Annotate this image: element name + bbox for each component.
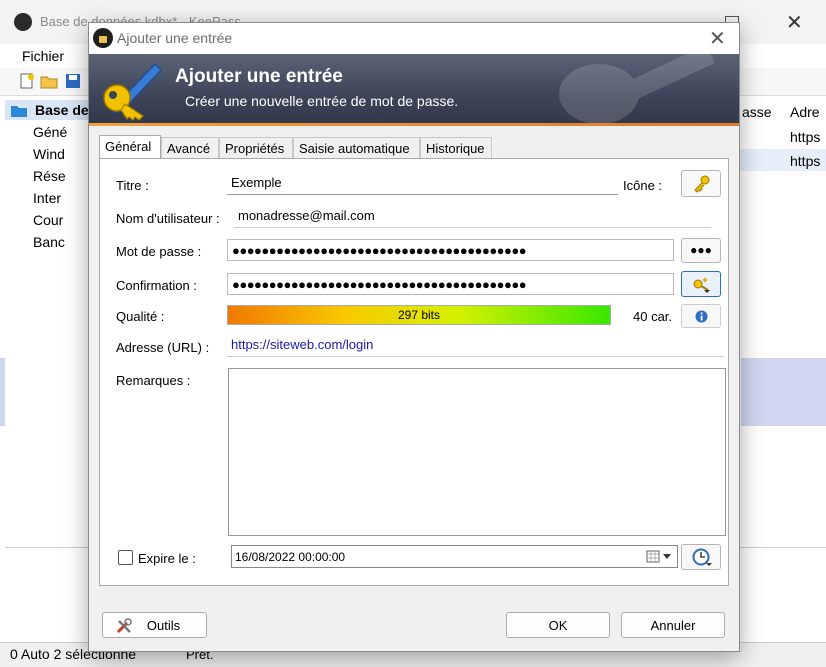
tree-item-windows[interactable]: Wind — [33, 146, 95, 162]
tree-item-email[interactable]: Cour — [33, 212, 95, 228]
quality-info-button[interactable] — [681, 304, 721, 328]
background-highlight — [0, 358, 5, 426]
notes-label: Remarques : — [116, 373, 191, 388]
tab-general[interactable]: Général — [99, 135, 161, 160]
tools-label: Outils — [146, 618, 181, 633]
expires-checkbox[interactable] — [118, 550, 133, 565]
banner-subtitle: Créer une nouvelle entrée de mot de pass… — [185, 93, 459, 109]
confirm-label: Confirmation : — [116, 278, 197, 293]
new-database-icon[interactable] — [18, 72, 36, 90]
dialog-title: Ajouter une entrée — [117, 30, 233, 46]
key-pen-icon — [103, 62, 163, 121]
database-folder-icon — [11, 106, 27, 117]
title-label: Titre : — [116, 178, 149, 193]
char-count: 40 car. — [633, 309, 673, 324]
icon-label: Icône : — [623, 178, 663, 193]
generator-key-icon — [693, 277, 710, 293]
expiry-date-value: 16/08/2022 00:00:00 — [235, 550, 346, 564]
url-label: Adresse (URL) : — [116, 340, 210, 355]
tab-properties[interactable]: Propriétés — [219, 137, 293, 159]
save-icon[interactable] — [64, 72, 82, 90]
expires-label: Expire le : — [138, 551, 196, 566]
tools-icon — [116, 618, 132, 634]
clock-icon — [692, 548, 712, 566]
tree-root[interactable]: Base de — [35, 102, 89, 118]
menu-file[interactable]: Fichier — [22, 48, 64, 64]
tree-item-general[interactable]: Géné — [33, 124, 95, 140]
url-field[interactable]: https://siteweb.com/login — [227, 335, 724, 357]
quality-bar: 297 bits — [227, 305, 611, 325]
dialog-banner: Ajouter une entrée Créer une nouvelle en… — [89, 54, 739, 126]
icon-picker-button[interactable] — [681, 170, 721, 197]
entry-url-cell[interactable]: https — [790, 153, 820, 169]
entry-list: asse Adre https https — [740, 97, 826, 527]
dialog-titlebar: Ajouter une entrée ✕ — [89, 23, 739, 54]
tools-button[interactable]: Outils — [102, 612, 207, 638]
dialog-close-icon[interactable]: ✕ — [709, 26, 726, 51]
keepass-lock-icon — [14, 13, 32, 31]
main-close-icon[interactable]: ✕ — [786, 10, 803, 35]
confirm-password-field[interactable]: ●●●●●●●●●●●●●●●●●●●●●●●●●●●●●●●●●●●●●●●● — [227, 273, 674, 295]
notes-textarea[interactable] — [228, 368, 726, 536]
expiry-presets-button[interactable] — [681, 544, 721, 570]
group-tree: Base de Géné Wind Rése Inter Cour % Banc — [5, 97, 95, 547]
keepass-lock-icon — [93, 28, 113, 48]
expiry-date-field[interactable]: 16/08/2022 00:00:00 — [231, 545, 678, 568]
ok-button[interactable]: OK — [506, 612, 610, 638]
username-label: Nom d'utilisateur : — [116, 211, 220, 226]
tree-item-internet[interactable]: Inter — [33, 190, 95, 206]
tab-advanced[interactable]: Avancé — [161, 137, 219, 159]
column-header-user[interactable]: asse — [742, 104, 772, 120]
banner-title: Ajouter une entrée — [175, 66, 343, 87]
quality-label: Qualité : — [116, 309, 165, 324]
password-label: Mot de passe : — [116, 244, 202, 259]
calendar-dropdown-icon[interactable] — [646, 550, 674, 563]
tree-item-banking[interactable]: % Banc — [33, 234, 95, 250]
entry-url-cell[interactable]: https — [790, 129, 820, 145]
cancel-button[interactable]: Annuler — [621, 612, 725, 638]
key-watermark-icon — [559, 54, 715, 124]
password-generator-button[interactable] — [681, 271, 721, 297]
key-icon — [694, 175, 710, 193]
banner-accent-line — [89, 123, 739, 126]
open-folder-icon[interactable] — [40, 72, 58, 90]
tab-history[interactable]: Historique — [420, 137, 492, 159]
tree-item-network[interactable]: Rése — [33, 168, 95, 184]
quality-bits: 297 bits — [397, 308, 441, 322]
tab-auto-type[interactable]: Saisie automatique — [293, 137, 420, 159]
show-password-button[interactable]: ●●● — [681, 238, 721, 263]
add-entry-dialog: Ajouter une entrée ✕ Ajouter une entrée … — [88, 22, 740, 652]
general-tab-panel: Titre : Exemple Icône : Nom d'utilisateu… — [99, 158, 729, 586]
info-icon — [695, 310, 708, 323]
background-highlight — [741, 358, 826, 426]
password-field[interactable]: ●●●●●●●●●●●●●●●●●●●●●●●●●●●●●●●●●●●●●●●● — [227, 239, 674, 261]
column-header-url[interactable]: Adre — [790, 104, 820, 120]
username-field[interactable]: monadresse@mail.com — [234, 206, 711, 228]
title-field[interactable]: Exemple — [227, 173, 618, 195]
